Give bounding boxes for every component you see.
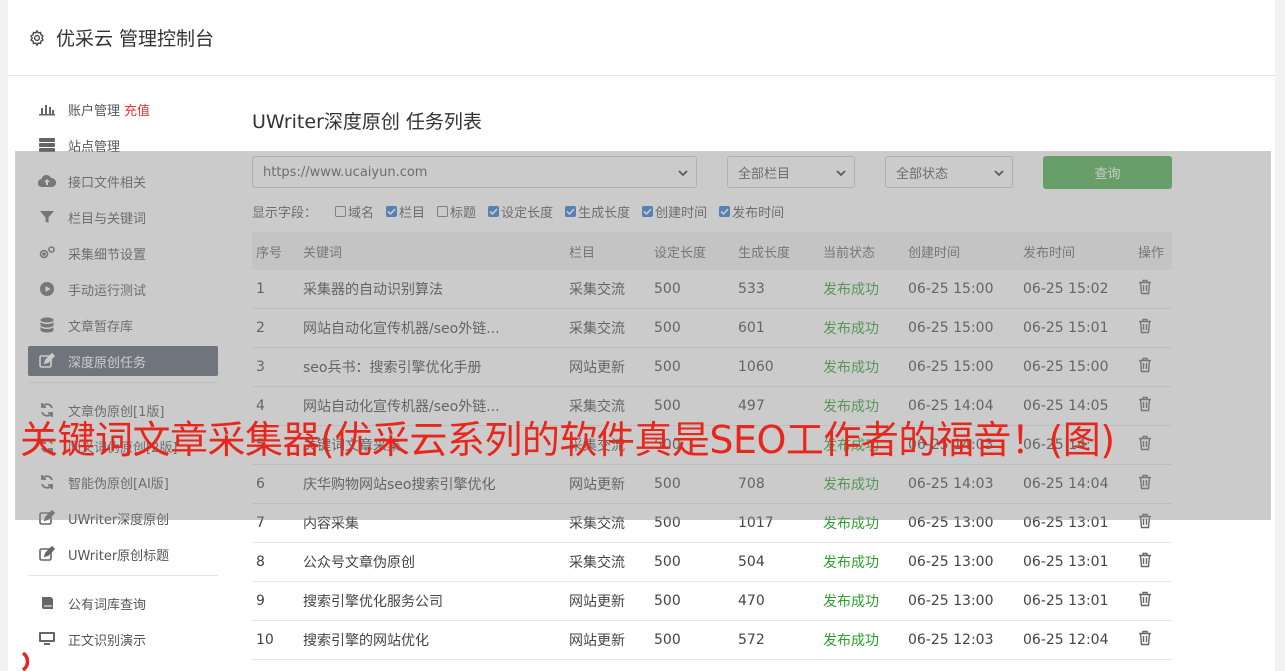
- table-cell: 572: [734, 620, 819, 660]
- row-actions: [1134, 542, 1172, 582]
- trash-icon[interactable]: [1138, 591, 1152, 607]
- bar-chart-icon: [38, 101, 56, 117]
- table-cell: 发布成功: [819, 620, 904, 660]
- table-cell: 06-25 12:03: [904, 620, 1019, 660]
- table-cell: 504: [734, 542, 819, 582]
- table-row: 9 搜索引擎优化服务公司 网站更新 500 470 发布成功 06-25 13:00 06-2…: [252, 581, 1172, 621]
- top-bar: 优采云 管理控制台: [8, 0, 1275, 76]
- table-cell: 470: [734, 581, 819, 621]
- table-cell: 06-25 13:01: [1019, 581, 1134, 621]
- sidebar-item-label: 正文识别演示: [68, 633, 147, 649]
- image-overlay: [15, 151, 1271, 520]
- table-cell: 10: [252, 620, 299, 660]
- sidebar-item-label: 公有词库查询: [68, 597, 147, 613]
- table-cell: 搜索引擎优化服务公司: [299, 581, 565, 621]
- table-cell: 公众号文章伪原创: [299, 542, 565, 582]
- table-cell: 发布成功: [819, 581, 904, 621]
- sidebar-divider: [28, 575, 218, 576]
- monitor-icon: [38, 631, 56, 647]
- row-actions: [1134, 620, 1172, 660]
- table-cell: 发布成功: [819, 542, 904, 582]
- sidebar-item-account[interactable]: 账户管理 充值: [28, 94, 218, 124]
- table-row: 8 公众号文章伪原创 采集交流 500 504 发布成功 06-25 13:00 06-25 …: [252, 542, 1172, 582]
- app-title: 优采云 管理控制台: [56, 28, 215, 50]
- table-cell: 500: [650, 620, 734, 660]
- recharge-link[interactable]: 充值: [124, 100, 150, 119]
- table-cell: 06-25 13:01: [1019, 542, 1134, 582]
- table-cell: 06-25 12:04: [1019, 620, 1134, 660]
- sidebar-item-uwriter-title[interactable]: UWriter原创标题: [28, 539, 218, 569]
- table-cell: 500: [650, 581, 734, 621]
- table-cell: 搜索引擎的网站优化: [299, 620, 565, 660]
- table-cell: 网站更新: [565, 620, 650, 660]
- page-title: UWriter深度原创 任务列表: [252, 111, 482, 133]
- sidebar-item-label: UWriter原创标题: [68, 548, 170, 564]
- sidebar-item-text-recognition[interactable]: 正文识别演示: [28, 624, 218, 654]
- trash-icon[interactable]: [1138, 552, 1152, 568]
- table-cell: 06-25 13:00: [904, 581, 1019, 621]
- table-cell: 采集交流: [565, 542, 650, 582]
- banner-caption: 关键词文章采集器(优采云系列的软件真是SEO工作者的福音！(图): [20, 418, 1115, 462]
- table-cell: 8: [252, 542, 299, 582]
- book-icon: [38, 595, 56, 611]
- table-cell: 9: [252, 581, 299, 621]
- table-cell: 06-25 13:00: [904, 542, 1019, 582]
- gear-icon: [28, 29, 46, 47]
- red-bracket-mark: [21, 652, 30, 671]
- sidebar-item-label: 账户管理: [68, 103, 121, 119]
- sidebar-item-public-lexicon[interactable]: 公有词库查询: [28, 588, 218, 618]
- table-cell: 网站更新: [565, 581, 650, 621]
- trash-icon[interactable]: [1138, 630, 1152, 646]
- row-actions: [1134, 581, 1172, 621]
- edit-icon: [38, 546, 56, 562]
- table-row: 10 搜索引擎的网站优化 网站更新 500 572 发布成功 06-25 12:03 06-2…: [252, 620, 1172, 660]
- table-cell: 500: [650, 542, 734, 582]
